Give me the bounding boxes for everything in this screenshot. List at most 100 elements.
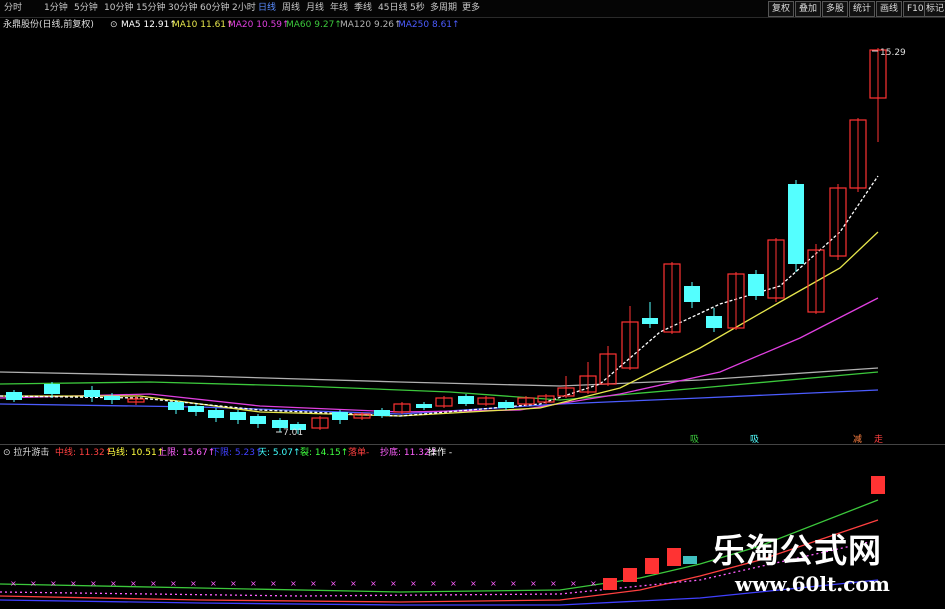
candle-body-down [684, 286, 700, 302]
candle-body-down [748, 274, 764, 296]
candle-body-down [642, 318, 658, 324]
candle-body-down [168, 402, 184, 410]
sub-marker: × [430, 579, 437, 588]
signal-absorb-2: 吸 [750, 434, 759, 444]
sub-bar [623, 568, 637, 582]
sub-marker: × [410, 579, 417, 588]
sub-indicator-legend: ⊙ 拉升游击 中线: 11.32↑ 马线: 10.51↑ 上限: 15.67↑ … [0, 446, 945, 460]
sub-marker: × [330, 579, 337, 588]
sub-marker: × [70, 579, 77, 588]
sub-marker: × [270, 579, 277, 588]
candle-body-down [416, 404, 432, 408]
signal-go: 走 [874, 434, 883, 444]
candle-body-down [788, 184, 804, 264]
sub-marker: × [250, 579, 257, 588]
sub-marker: × [530, 579, 537, 588]
sub-marker: × [450, 579, 457, 588]
ma-line [0, 231, 879, 417]
candle-body-down [706, 316, 722, 328]
sub-item-operate: 操作 - [428, 448, 453, 458]
draw-line-button[interactable]: 画线 [876, 1, 903, 17]
tab-more[interactable]: 更多 [462, 2, 480, 15]
tab-weekly[interactable]: 周线 [282, 2, 300, 15]
candle-body-down [6, 392, 22, 400]
tab-multi-period[interactable]: 多周期 [430, 2, 457, 15]
signal-reduce: 减 [853, 433, 862, 444]
tab-1min[interactable]: 1分钟 [44, 2, 68, 15]
ma-line [0, 175, 879, 417]
sub-item-sky: 天: 5.07↑ [258, 448, 301, 458]
sub-marker: × [30, 579, 37, 588]
settings-icon[interactable]: ⊙ [110, 18, 118, 32]
sub-marker: × [470, 579, 477, 588]
tab-5sec[interactable]: 5秒 [410, 2, 425, 15]
sub-item-midline: 中线: 11.32↑ [55, 448, 113, 458]
sub-item-split: 裂: 14.15↑ [300, 448, 349, 458]
ma5-label: MA5 12.91↑ [121, 20, 177, 30]
candle-body-down [498, 402, 514, 408]
sub-marker: × [390, 579, 397, 588]
sub-marker: × [170, 579, 177, 588]
tab-30min[interactable]: 30分钟 [168, 2, 197, 15]
tab-2hour[interactable]: 2小时 [232, 2, 256, 15]
sub-marker: × [510, 579, 517, 588]
sub-marker: × [190, 579, 197, 588]
watermark-title: 乐淘公式网 [712, 531, 882, 570]
sub-item-upper: 上限: 15.67↑ [158, 448, 216, 458]
sub-item-lower: 下限: 5.23↑ [211, 448, 263, 458]
stats-button[interactable]: 统计 [849, 1, 876, 17]
sub-marker: × [130, 579, 137, 588]
adjust-button[interactable]: 复权 [768, 1, 795, 17]
ma20-label: MA20 10.59↑ [228, 20, 290, 30]
candle-body-down [272, 420, 288, 428]
tab-10min[interactable]: 10分钟 [104, 2, 133, 15]
ma-legend: 永鼎股份(日线,前复权) ⊙ MA5 12.91↑ MA10 11.61↑ MA… [0, 18, 945, 32]
sub-marker: × [350, 579, 357, 588]
tab-daily[interactable]: 日线 [258, 2, 276, 15]
sub-bar [667, 548, 681, 566]
candle-body-down [230, 412, 246, 420]
low-price-label: 7.01 [283, 428, 303, 438]
sub-marker: × [310, 579, 317, 588]
ma-lines [0, 175, 879, 417]
sub-marker: × [110, 579, 117, 588]
tab-15min[interactable]: 15分钟 [136, 2, 165, 15]
main-chart-title: 永鼎股份(日线,前复权) [3, 20, 94, 30]
ma250-label: MA250 8.61↑ [398, 20, 460, 30]
ma120-label: MA120 9.26↑ [340, 20, 402, 30]
mark-button[interactable]: 标记 [924, 1, 945, 17]
sub-marker: × [590, 579, 597, 588]
tab-yearly[interactable]: 年线 [330, 2, 348, 15]
sub-bar [683, 556, 697, 564]
candle-body-down [332, 412, 348, 420]
candlestick-chart[interactable]: 15.29 7.01 吸 吸 减 走 [0, 32, 945, 444]
sub-marker: × [230, 579, 237, 588]
tab-5min[interactable]: 5分钟 [74, 2, 98, 15]
sub-bar [603, 578, 617, 590]
tab-60min[interactable]: 60分钟 [200, 2, 229, 15]
candle-body-down [188, 406, 204, 412]
tab-quarterly[interactable]: 季线 [354, 2, 372, 15]
candle-body-down [374, 410, 390, 416]
sub-bar [645, 558, 659, 574]
sub-marker: × [90, 579, 97, 588]
watermark-url: www.60lt.com [735, 572, 890, 596]
ma10-label: MA10 11.61↑ [172, 20, 234, 30]
high-price-label: 15.29 [880, 48, 906, 58]
tab-monthly[interactable]: 月线 [306, 2, 324, 15]
sub-bar [871, 476, 885, 494]
panel-divider [0, 444, 945, 445]
sub-marker: × [290, 579, 297, 588]
sub-marker: × [50, 579, 57, 588]
sub-item-sell: 落单- [348, 448, 370, 458]
tab-45day[interactable]: 45日线 [378, 2, 407, 15]
sub-item-horse: 马线: 10.51↑ [107, 448, 165, 458]
ma-line [0, 297, 879, 413]
multi-stock-button[interactable]: 多股 [822, 1, 849, 17]
tab-intraday[interactable]: 分时 [4, 2, 22, 15]
candle-body-down [104, 396, 120, 400]
sub-marker: × [490, 579, 497, 588]
sub-indicator-title: ⊙ 拉升游击 [3, 448, 50, 458]
overlay-button[interactable]: 叠加 [795, 1, 822, 17]
candle-body-down [250, 416, 266, 424]
